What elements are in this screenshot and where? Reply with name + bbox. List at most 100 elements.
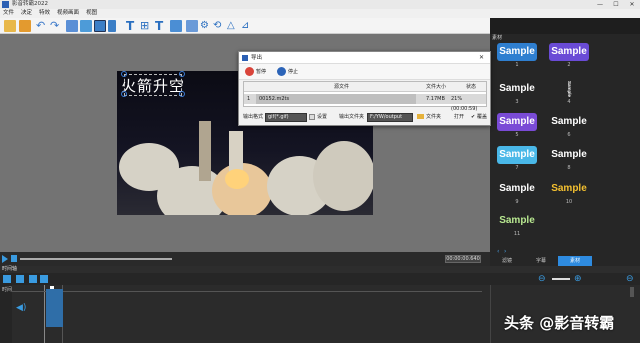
stop-label[interactable]: 停止 — [288, 68, 298, 75]
asset-number: 5 — [515, 132, 519, 138]
scrollbar[interactable] — [630, 287, 634, 297]
overwrite-label[interactable]: 覆盖 — [477, 112, 487, 122]
close-button[interactable]: ✕ — [624, 0, 640, 9]
output-format-select[interactable]: gif(*.gif) — [265, 113, 307, 122]
mirror-icon[interactable]: △ — [227, 20, 239, 32]
asset-number: 2 — [567, 62, 571, 68]
tab-filters[interactable]: 滤镜 — [490, 256, 524, 266]
fit-icon[interactable]: ⊖ — [626, 274, 634, 284]
asset-thumbnail[interactable]: Sample — [549, 113, 589, 131]
asset-thumbnail[interactable]: Sample — [549, 43, 589, 61]
menu-bar: 文件 决定 特效 视频画面 视图 — [0, 9, 640, 18]
asset-number: 10 — [565, 199, 573, 205]
track-label: 时间 — [2, 287, 13, 293]
add-track-icon[interactable] — [3, 275, 11, 283]
dialog-controls: 暂停 停止 — [239, 64, 490, 80]
subtitle-icon[interactable]: T — [155, 20, 167, 32]
asset-number: 1 — [515, 62, 519, 68]
resize-handle[interactable] — [179, 71, 185, 77]
col-source: 源文件 — [334, 84, 350, 90]
asset-thumbnail[interactable]: Sample — [497, 212, 537, 230]
trash-icon[interactable] — [40, 275, 48, 283]
open-icon[interactable] — [19, 20, 31, 32]
menu-view[interactable]: 视图 — [86, 9, 97, 18]
folder-icon[interactable] — [417, 114, 424, 119]
video-clip[interactable] — [46, 289, 63, 327]
text-icon[interactable]: T — [126, 20, 138, 32]
undo-icon[interactable]: ↶ — [36, 20, 48, 32]
asset-thumbnail[interactable]: Sample — [497, 113, 537, 131]
delete-clip-icon[interactable] — [29, 275, 37, 283]
output-folder-field[interactable]: F:/YW/output — [367, 113, 413, 122]
menu-file[interactable]: 文件 — [3, 9, 14, 18]
play-icon[interactable] — [2, 255, 8, 263]
tab-assets[interactable]: 素材 — [558, 256, 592, 266]
picture-icon[interactable] — [94, 20, 106, 32]
prev-page-icon[interactable]: ‹ — [497, 248, 499, 255]
file-size: 7.17MB — [426, 96, 445, 102]
stop-icon[interactable] — [277, 67, 286, 76]
seek-bar[interactable] — [20, 258, 172, 260]
asset-thumbnail[interactable]: Sample — [497, 80, 537, 98]
playback-bar: 00:00:00.640 — [0, 252, 490, 266]
progress-status: 21% (00:00:59) — [451, 96, 478, 112]
asset-thumbnail[interactable]: Sample — [549, 180, 589, 198]
text-outline-icon[interactable]: ⊞ — [140, 20, 152, 32]
asset-thumbnail[interactable]: Sample — [497, 180, 537, 198]
asset-thumbnail[interactable]: Sample — [497, 43, 537, 61]
maximize-button[interactable]: ☐ — [608, 0, 624, 9]
next-page-icon[interactable]: › — [504, 248, 506, 255]
asset-number: 4 — [567, 99, 571, 105]
asset-number: 8 — [567, 165, 571, 171]
volume-icon[interactable]: ◀) — [16, 303, 26, 313]
zoom-out-icon[interactable]: ⊖ — [538, 274, 546, 284]
window-title: 影音转霸2022 — [12, 1, 48, 7]
pause-icon[interactable] — [245, 67, 254, 76]
resize-handle[interactable] — [179, 91, 185, 97]
settings-icon[interactable] — [309, 114, 315, 120]
toolbar: ↶ ↷ T ⊞ T ⚙ ⟲ △ ⊿ — [0, 18, 490, 34]
stop-icon[interactable] — [11, 255, 17, 262]
zoom-in-icon[interactable]: ⊕ — [574, 274, 582, 284]
table-row[interactable]: 1 00152.m2ts 7.17MB 21% (00:00:59) — [244, 94, 486, 112]
effects-icon[interactable]: ⚙ — [200, 20, 212, 32]
bucket-icon[interactable] — [170, 20, 182, 32]
flip-icon[interactable]: ⊿ — [241, 20, 253, 32]
new-icon[interactable] — [4, 20, 16, 32]
rocket-flame — [225, 169, 249, 189]
text-selection-box[interactable] — [121, 71, 185, 97]
title-bar: 影音转霸2022 — ☐ ✕ — [0, 0, 640, 9]
image-icon[interactable] — [80, 20, 92, 32]
asset-thumbnail[interactable]: Sample — [549, 146, 589, 164]
timeline-header: 时间轴 — [0, 266, 640, 273]
overwrite-checkbox[interactable]: ✔ — [471, 112, 475, 122]
app-logo-icon — [242, 55, 248, 61]
minimize-button[interactable]: — — [592, 0, 608, 9]
tab-subtitles[interactable]: 字幕 — [524, 256, 558, 266]
transition-icon[interactable]: ⟲ — [213, 20, 225, 32]
resize-handle[interactable] — [121, 91, 127, 97]
zoom-slider[interactable] — [552, 278, 570, 280]
menu-decide[interactable]: 决定 — [21, 9, 32, 18]
split-clip-icon[interactable] — [16, 275, 24, 283]
asset-number: 6 — [567, 132, 571, 138]
resize-handle[interactable] — [121, 71, 127, 77]
folder-button[interactable]: 文件夹 — [426, 112, 441, 122]
menu-video-frame[interactable]: 视频画面 — [57, 9, 79, 18]
split-icon[interactable] — [186, 20, 198, 32]
asset-thumbnail[interactable]: Sample — [497, 146, 537, 164]
app-logo-icon — [2, 1, 9, 8]
col-status: 状态 — [466, 84, 477, 90]
table-header: 源文件 文件大小 状态 — [244, 82, 486, 92]
dialog-footer: 输出格式 gif(*.gif) 设置 输出文件夹 F:/YW/output 文件… — [243, 112, 487, 124]
asset-number: 11 — [513, 231, 521, 237]
dropdown-chevron-icon[interactable] — [108, 20, 116, 32]
settings-button[interactable]: 设置 — [317, 112, 327, 122]
pause-label[interactable]: 暂停 — [256, 68, 266, 75]
crop-icon[interactable] — [66, 20, 78, 32]
menu-effects[interactable]: 特效 — [39, 9, 50, 18]
asset-thumbnail[interactable]: Sample — [565, 80, 573, 98]
dialog-close-button[interactable]: ✕ — [479, 52, 484, 64]
open-button[interactable]: 打开 — [454, 112, 464, 122]
redo-icon[interactable]: ↷ — [50, 20, 62, 32]
